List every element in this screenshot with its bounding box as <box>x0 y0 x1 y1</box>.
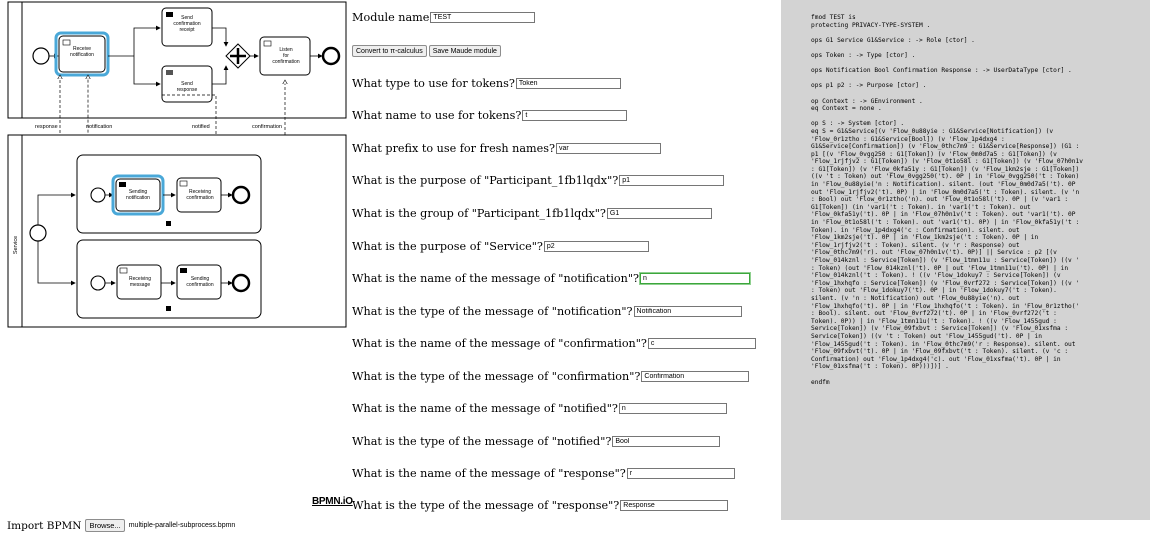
bpmn-diagram-canvas[interactable]: Receive notification Send confirmation rece… <box>0 0 348 512</box>
end-event[interactable] <box>321 46 341 66</box>
field-input[interactable] <box>515 78 621 89</box>
field-label: What is the type of the message of "noti… <box>352 435 612 448</box>
task-sending-confirmation[interactable]: Sending confirmation <box>176 264 222 300</box>
field-label: What is the type of the message of "noti… <box>352 305 633 318</box>
field-input[interactable] <box>641 371 750 382</box>
convert-button[interactable]: Convert to π-calculus <box>352 45 427 57</box>
field-label: What is the name of the message of "conf… <box>352 337 647 350</box>
collapse-marker-icon <box>166 306 171 311</box>
field-input[interactable] <box>543 241 649 252</box>
maude-code: fmod TEST is protecting PRIVACY-TYPE-SYS… <box>811 14 1083 386</box>
field-label: What is the type of the message of "conf… <box>352 370 641 383</box>
service-start-event[interactable] <box>29 224 47 242</box>
field-label: What is the purpose of "Service"? <box>352 240 543 253</box>
form-field-row: What is the group of "Participant_1fb1lq… <box>352 207 712 220</box>
task-label: Receiving message <box>129 276 151 288</box>
envelope-icon <box>179 180 188 187</box>
form-field-row: What type to use for tokens? <box>352 77 621 90</box>
field-input[interactable] <box>626 468 735 479</box>
task-listen-for-confirmation[interactable]: Listen for confirmation <box>259 36 311 76</box>
field-label: What is the name of the message of "resp… <box>352 467 626 480</box>
form-field-row: What is the purpose of "Participant_1fb1… <box>352 174 725 187</box>
envelope-icon <box>62 39 71 46</box>
form-field-row: What is the name of the message of "conf… <box>352 337 756 350</box>
field-input[interactable] <box>633 306 742 317</box>
subprocess-end-event[interactable] <box>231 273 251 293</box>
lane-label: Service <box>13 236 19 254</box>
task-label: Receiving confirmation <box>186 189 213 201</box>
selected-filename: multiple-parallel-subprocess.bpmn <box>128 522 236 529</box>
task-receive-notification[interactable]: Receive notification <box>54 31 110 77</box>
bpmn-io-logo[interactable]: BPMN.iO <box>312 496 353 507</box>
edge-label-confirmation: confirmation <box>252 124 282 130</box>
subprocess-end-event[interactable] <box>231 185 251 205</box>
envelope-filled-icon <box>166 70 173 75</box>
form-field-row: What is the type of the message of "noti… <box>352 305 742 318</box>
import-bpmn: Import BPMN Browse... multiple-parallel-… <box>7 519 235 532</box>
field-input[interactable] <box>618 403 727 414</box>
module-name-label: Module name <box>352 11 430 24</box>
form-field-row: What is the name of the message of "resp… <box>352 467 735 480</box>
action-buttons: Convert to π-calculus Save Maude module <box>352 45 503 57</box>
field-label: What is the purpose of "Participant_1fb1… <box>352 174 619 187</box>
collapse-marker-icon <box>166 221 171 226</box>
field-input[interactable] <box>612 436 721 447</box>
maude-output-panel[interactable]: fmod TEST is protecting PRIVACY-TYPE-SYS… <box>781 0 1150 520</box>
task-label: Sending notification <box>126 189 150 201</box>
field-input[interactable] <box>639 272 752 285</box>
task-send-response[interactable]: Send response <box>161 65 213 103</box>
field-input[interactable] <box>620 500 729 511</box>
edge-label-response: response <box>35 124 58 130</box>
envelope-filled-icon <box>119 182 126 187</box>
task-send-confirmation-receipt[interactable]: Send confirmation receipt <box>161 7 213 47</box>
form-field-row: What is the name of the message of "noti… <box>352 402 727 415</box>
config-form: Module name Convert to π-calculus Save M… <box>352 0 782 534</box>
field-label: What prefix to use for fresh names? <box>352 142 556 155</box>
field-label: What is the group of "Participant_1fb1lq… <box>352 207 606 220</box>
task-receiving-message[interactable]: Receiving message <box>116 264 162 300</box>
envelope-icon <box>119 267 128 274</box>
module-name-input[interactable] <box>430 12 536 23</box>
edge-label-notified: notified <box>192 124 210 130</box>
module-name-row: Module name <box>352 11 536 24</box>
field-input[interactable] <box>647 338 756 349</box>
task-receiving-confirmation[interactable]: Receiving confirmation <box>176 177 222 213</box>
form-field-row: What is the type of the message of "resp… <box>352 499 729 512</box>
form-field-row: What prefix to use for fresh names? <box>352 142 662 155</box>
field-label: What name to use for tokens? <box>352 109 522 122</box>
field-input[interactable] <box>619 175 725 186</box>
envelope-filled-icon <box>180 268 187 273</box>
envelope-icon <box>263 40 272 47</box>
form-field-row: What is the type of the message of "noti… <box>352 435 721 448</box>
form-field-row: What is the purpose of "Service"? <box>352 240 649 253</box>
task-label: Receive notification <box>70 46 94 58</box>
field-label: What is the name of the message of "noti… <box>352 272 640 285</box>
form-field-row: What is the type of the message of "conf… <box>352 370 750 383</box>
import-label: Import BPMN <box>7 519 82 532</box>
browse-button[interactable]: Browse... <box>85 519 125 532</box>
task-sending-notification[interactable]: Sending notification <box>111 174 165 216</box>
field-input[interactable] <box>522 110 628 121</box>
field-input[interactable] <box>606 208 712 219</box>
form-field-row: What is the name of the message of "noti… <box>352 272 752 285</box>
field-label: What type to use for tokens? <box>352 77 515 90</box>
field-input[interactable] <box>556 143 662 154</box>
form-field-row: What name to use for tokens? <box>352 109 628 122</box>
envelope-filled-icon <box>166 12 173 17</box>
field-label: What is the type of the message of "resp… <box>352 499 620 512</box>
field-label: What is the name of the message of "noti… <box>352 402 618 415</box>
save-maude-button[interactable]: Save Maude module <box>428 45 501 57</box>
edge-label-notification: notification <box>86 124 112 130</box>
start-event[interactable] <box>32 47 50 65</box>
